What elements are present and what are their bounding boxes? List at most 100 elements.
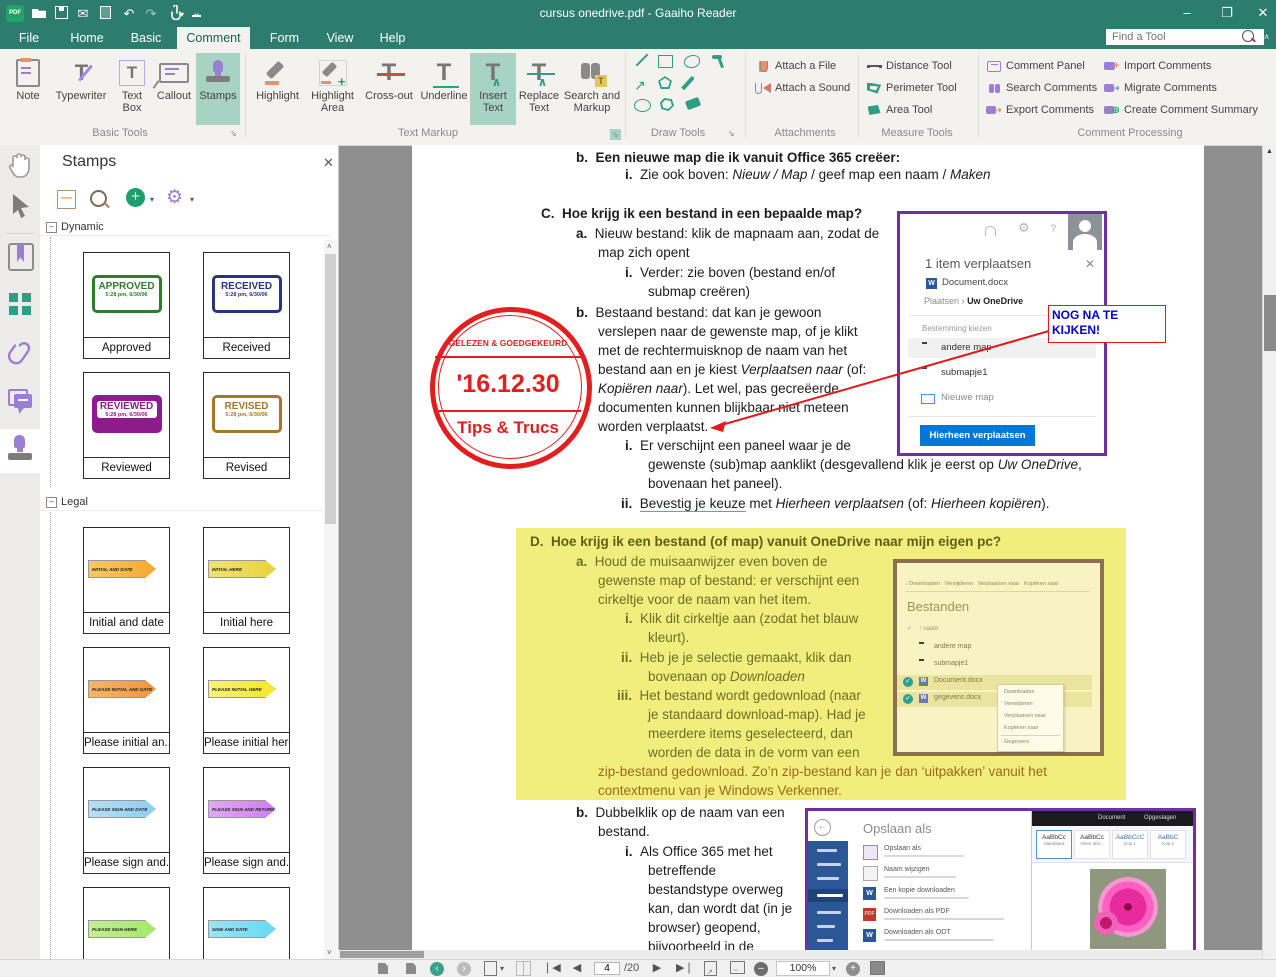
draw-arrow-icon[interactable]: ↗ (634, 77, 649, 93)
import-comments-button[interactable]: + Import Comments (1104, 57, 1211, 75)
stamp-card-approved[interactable]: APPROVED 5:28 pm, 6/30/06 Approved (83, 252, 170, 359)
stamp-settings-icon[interactable]: ⚙ (166, 186, 183, 209)
section-legal[interactable]: – Legal (40, 494, 330, 511)
fit-page-button[interactable] (870, 961, 885, 977)
callout-button[interactable]: Callout (152, 53, 196, 125)
vertical-scroll-thumb[interactable] (1264, 295, 1276, 351)
minimize-button[interactable]: – (1172, 0, 1202, 25)
highlight-button[interactable]: Highlight (250, 53, 305, 125)
stamp-settings-dropdown-icon[interactable]: ▾ (190, 195, 194, 204)
scroll-up-icon[interactable]: ˄ (327, 242, 332, 251)
attach-sound-button[interactable]: Attach a Sound (755, 79, 850, 97)
draw-line-icon[interactable] (635, 53, 649, 67)
tab-help[interactable]: Help (371, 27, 414, 49)
scroll-thumb[interactable] (325, 254, 336, 524)
draw-tools-launcher-icon[interactable]: ⇘ (728, 129, 735, 138)
search-comments-button[interactable]: Search Comments (986, 79, 1097, 97)
export-comments-button[interactable]: ➜ Export Comments (986, 101, 1094, 119)
page-display-dropdown-icon[interactable]: ▾ (500, 960, 504, 977)
stamp-card-reviewed[interactable]: REVIEWED 5:28 pm, 6/30/06 Reviewed (83, 372, 170, 479)
stamp-card-received[interactable]: RECEIVED 5:28 pm, 6/30/06 Received (203, 252, 290, 359)
stamp-card-please-initial-here[interactable]: PLEASE INITIAL HERE Please initial here (203, 647, 290, 754)
stamps-panel-active-tile[interactable] (0, 429, 40, 473)
section-dynamic[interactable]: – Dynamic (40, 219, 330, 236)
create-comment-summary-button[interactable]: ⊕ Create Comment Summary (1104, 101, 1258, 119)
horizontal-scrollbar[interactable] (338, 950, 1262, 959)
stamp-card-please-initial-and-date[interactable]: PLEASE INITIAL AND DATE Please initial a… (83, 647, 170, 754)
previous-view-button[interactable]: ‹ (430, 962, 444, 976)
highlight-area-button[interactable]: + Highlight Area (305, 53, 360, 125)
zoom-level-display[interactable]: 100% (776, 961, 830, 976)
stamp-card-revised[interactable]: REVISED 5:28 pm, 6/30/06 Revised (203, 372, 290, 479)
actual-size-icon[interactable]: ↗ (704, 961, 717, 977)
bookmarks-panel-icon[interactable] (8, 243, 34, 271)
attachments-panel-icon[interactable] (7, 341, 32, 372)
select-tool-icon[interactable] (10, 193, 32, 224)
replace-text-button[interactable]: T∧ Replace Text (516, 53, 562, 125)
zoom-dropdown-icon[interactable]: ▾ (832, 960, 836, 977)
stamps-panel-close-icon[interactable]: ✕ (323, 155, 334, 171)
search-and-markup-button[interactable]: T Search and Markup (562, 53, 622, 125)
stamp-card-please-sign-and-date[interactable]: PLEASE SIGN AND DATE Please sign and... (83, 767, 170, 874)
migrate-comments-button[interactable]: ➜ Migrate Comments (1104, 79, 1217, 97)
restore-button[interactable]: ❐ (1212, 0, 1242, 25)
tab-comment[interactable]: Comment (177, 27, 250, 49)
collapse-all-button[interactable]: — (57, 190, 76, 209)
draw-cloud-icon[interactable] (684, 55, 700, 68)
collapse-dynamic-icon[interactable]: – (46, 222, 57, 233)
underline-button[interactable]: T Underline (420, 53, 468, 125)
cross-out-button[interactable]: T Cross-out (360, 53, 418, 125)
scroll-down-icon[interactable]: ˅ (327, 948, 332, 957)
basic-tools-launcher-icon[interactable]: ⇘ (230, 129, 237, 138)
collapse-ribbon-icon[interactable]: ˄ (1264, 32, 1269, 42)
draw-polygon-icon[interactable] (660, 98, 674, 111)
panel-search-icon[interactable] (90, 190, 110, 209)
note-annotation-box[interactable]: NOG NA TE KIJKEN! (1048, 305, 1166, 343)
vertical-scrollbar[interactable]: ▲ (1262, 145, 1276, 959)
draw-eraser-icon[interactable] (684, 96, 702, 111)
distance-tool-button[interactable]: Distance Tool (866, 57, 952, 75)
text-markup-launcher-icon[interactable]: ⇘ (610, 129, 621, 140)
stamp-card-sign-and-date[interactable]: SIGN AND DATE (203, 887, 290, 959)
comments-panel-icon[interactable] (8, 389, 34, 414)
typewriter-button[interactable]: T Typewriter (52, 53, 110, 125)
next-page-button[interactable]: ▶ (650, 960, 664, 977)
zoom-in-button[interactable]: + (846, 962, 860, 976)
tab-form[interactable]: Form (259, 27, 310, 49)
last-page-button[interactable]: ▶❘ (676, 960, 694, 977)
add-stamp-dropdown-icon[interactable]: ▾ (150, 195, 154, 204)
tab-file[interactable]: File (8, 27, 50, 49)
insert-text-button[interactable]: T ∧ Insert Text (470, 53, 516, 125)
stamps-panel-scrollbar[interactable]: ˄ ˅ (324, 240, 337, 959)
draw-oval-icon[interactable] (634, 99, 651, 112)
page-number-input[interactable] (594, 962, 620, 975)
add-stamp-button[interactable]: + (126, 188, 145, 207)
attach-file-button[interactable]: Attach a File (755, 57, 836, 75)
fit-width-icon[interactable]: ⇔ (730, 961, 745, 977)
draw-pencil-icon[interactable] (681, 75, 695, 91)
draw-pentagon-icon[interactable] (658, 76, 672, 89)
previous-page-button[interactable]: ◀ (570, 960, 584, 977)
horizontal-scroll-thumb[interactable] (340, 951, 424, 958)
export-pages-icon[interactable] (374, 960, 392, 977)
scroll-up-icon[interactable]: ▲ (1266, 148, 1273, 155)
next-view-button[interactable]: › (457, 962, 471, 976)
text-box-button[interactable]: T Text Box (112, 53, 152, 125)
zoom-out-button[interactable]: – (754, 962, 768, 976)
close-button[interactable]: ✕ (1248, 0, 1276, 25)
draw-rectangle-icon[interactable] (658, 55, 673, 68)
tab-basic[interactable]: Basic (122, 27, 170, 49)
stamp-card-please-sign-here[interactable]: PLEASE SIGN HERE (83, 887, 170, 959)
perimeter-tool-button[interactable]: Perimeter Tool (866, 79, 957, 97)
page-thumbnails-panel-icon[interactable] (9, 293, 33, 317)
draw-hammer-icon[interactable] (712, 54, 726, 69)
tab-view[interactable]: View (318, 27, 362, 49)
note-button[interactable]: Note (6, 53, 50, 125)
stamp-card-please-sign-and-return[interactable]: PLEASE SIGN AND RETURN Please sign and..… (203, 767, 290, 874)
import-pages-icon[interactable] (402, 960, 420, 977)
find-tool-input[interactable] (1106, 29, 1264, 45)
comment-panel-button[interactable]: Comment Panel (986, 57, 1085, 75)
gelezen-goedgekeurd-stamp[interactable]: GELEZEN & GOEDGEKEURD '16.12.30 Tips & T… (430, 307, 592, 469)
collapse-legal-icon[interactable]: – (46, 497, 57, 508)
page-display-button[interactable] (484, 961, 497, 977)
